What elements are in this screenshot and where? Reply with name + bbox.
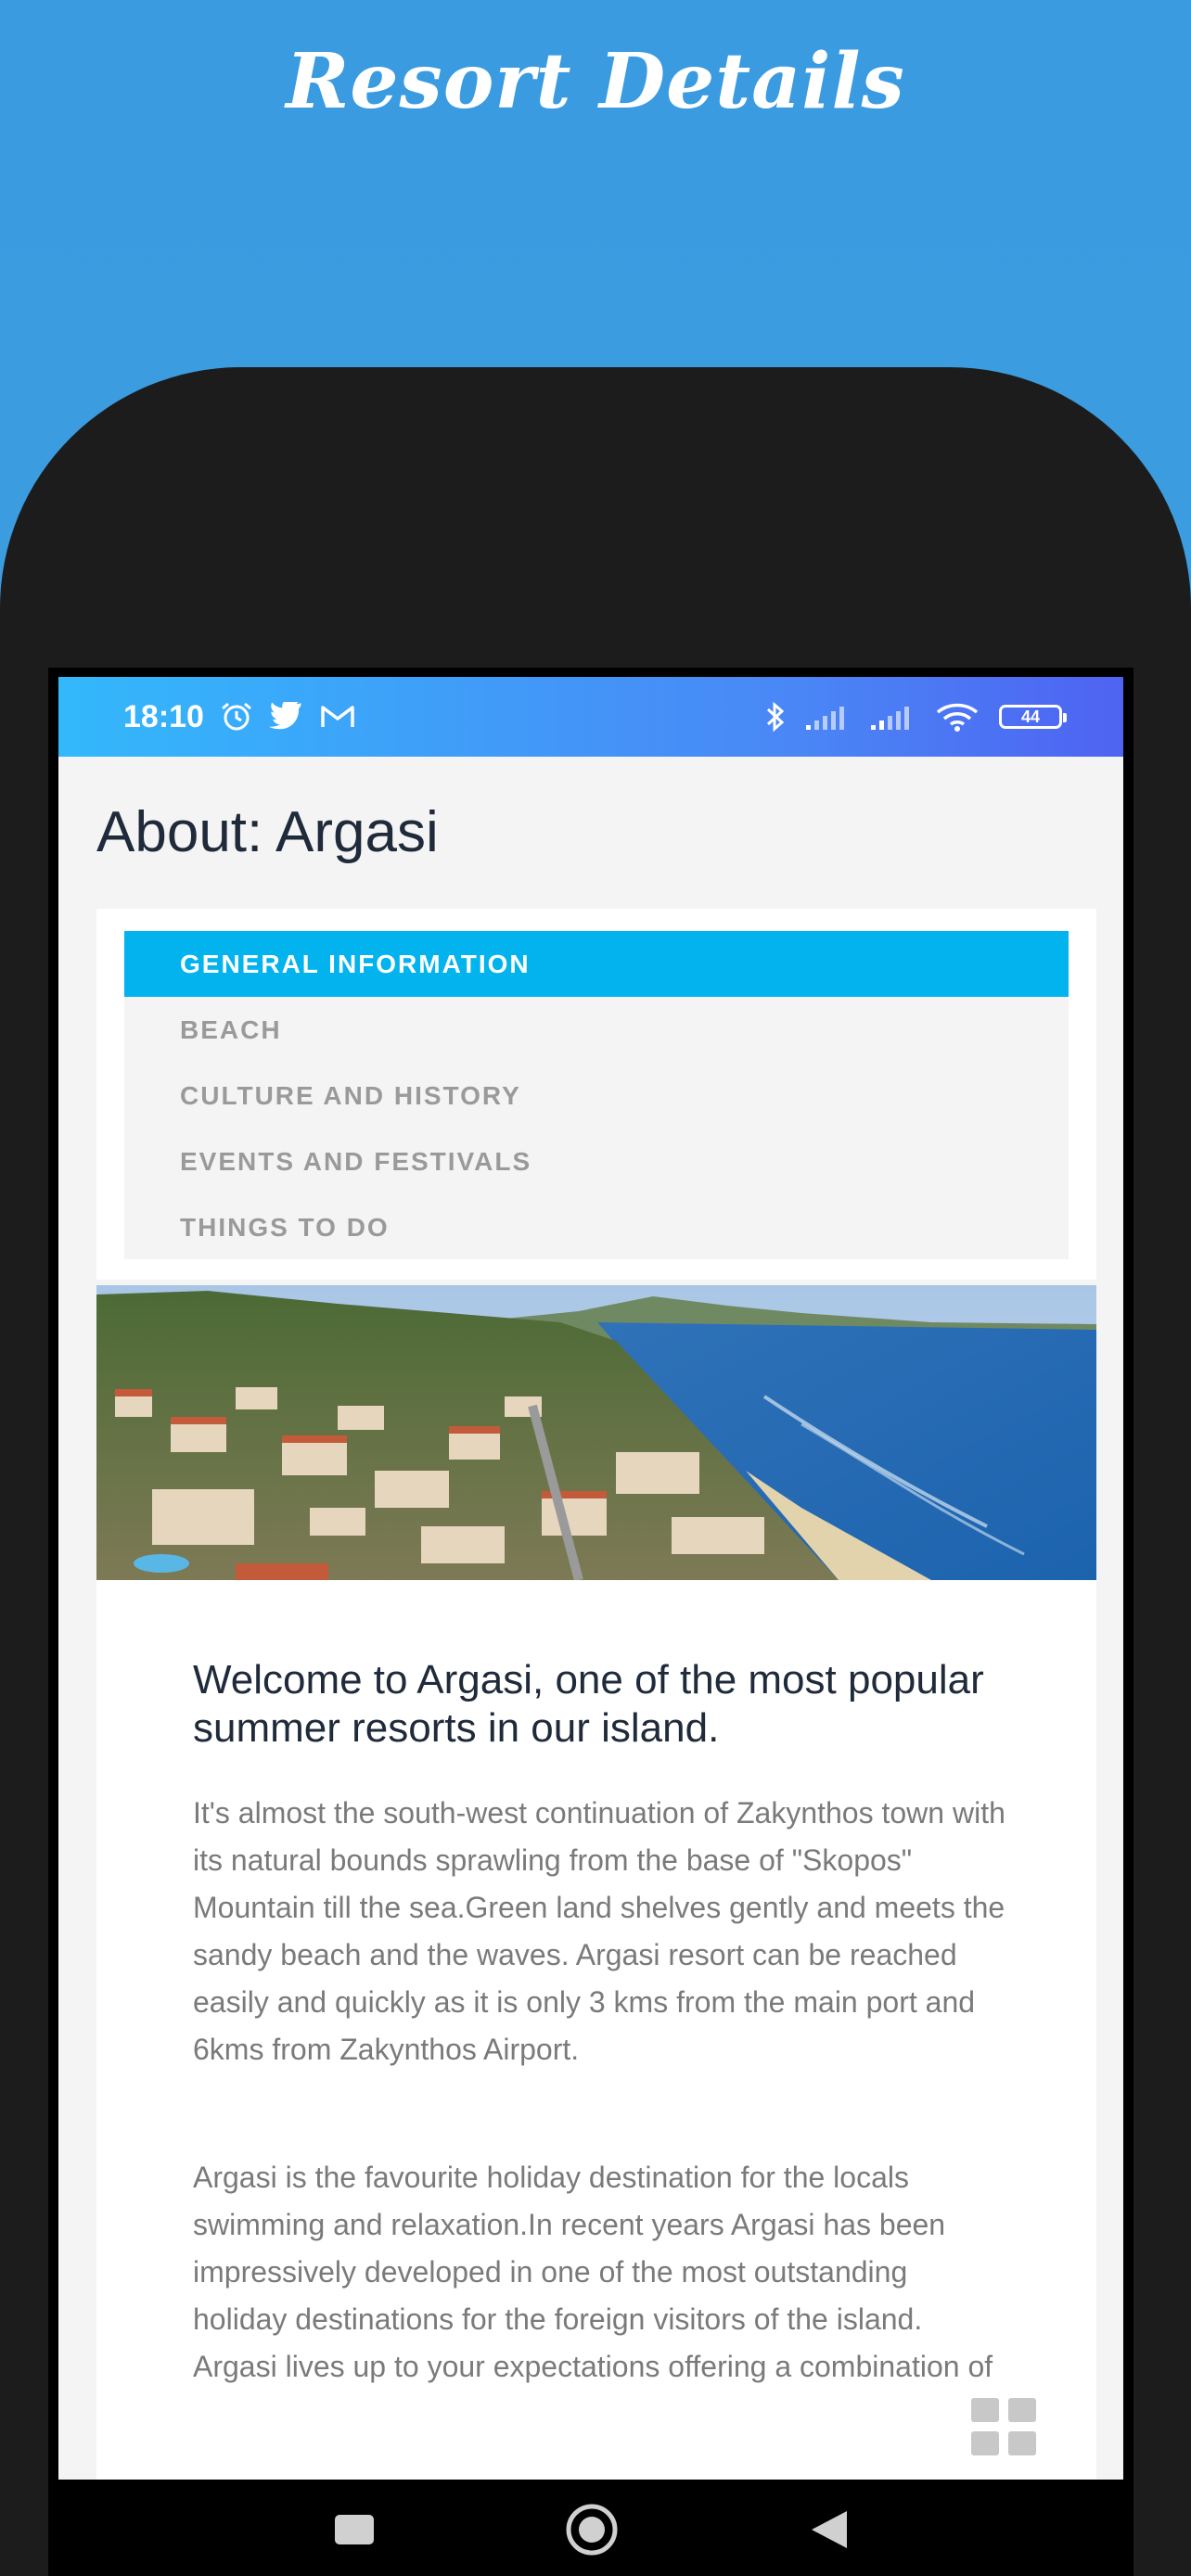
circle-icon[interactable] [564,2504,620,2556]
battery-icon: 44 [999,705,1067,729]
tab-culture-and-history[interactable]: CULTURE AND HISTORY [124,1063,1069,1129]
resort-photo [96,1285,1096,1580]
status-bar: 18:10 44 [58,677,1123,757]
twitter-icon [268,702,304,732]
grid-cell [1008,2431,1036,2455]
navigation-bar [48,2480,1133,2576]
battery-level: 44 [1020,707,1041,726]
banner-title: Resort Details [286,37,905,126]
tab-general-information[interactable]: GENERAL INFORMATION [124,931,1069,997]
square-icon[interactable] [327,2504,382,2556]
grid-cell [971,2431,999,2455]
description-paragraph: Argasi is the favourite holiday destinat… [193,2161,993,2383]
page-title: About: Argasi [96,800,439,864]
gmail-icon [319,703,356,731]
back-triangle-icon[interactable] [801,2504,857,2556]
grid-cell [971,2398,999,2422]
tab-card: GENERAL INFORMATION BEACH CULTURE AND HI… [96,909,1096,1280]
tab-beach[interactable]: BEACH [124,997,1069,1063]
wifi-icon [934,701,980,733]
signal-icon [804,703,851,731]
description-paragraph: It's almost the south-west continuation … [193,1796,1005,2066]
grid-cell [1008,2398,1036,2422]
tab-list: GENERAL INFORMATION BEACH CULTURE AND HI… [124,931,1069,1259]
status-time: 18:10 [123,698,204,734]
welcome-heading: Welcome to Argasi, one of the most popul… [193,1657,984,1751]
alarm-icon [219,701,254,733]
content-card: Welcome to Argasi, one of the most popul… [96,1580,1096,2480]
bluetooth-icon [765,701,786,733]
signal-icon [869,703,916,731]
phone-screen: 18:10 44 About: Argasi GENERAL INFORMATI… [58,677,1123,2480]
grid-menu-icon[interactable] [971,2398,1036,2455]
tab-things-to-do[interactable]: THINGS TO DO [124,1194,1069,1260]
tab-events-and-festivals[interactable]: EVENTS AND FESTIVALS [124,1129,1069,1194]
